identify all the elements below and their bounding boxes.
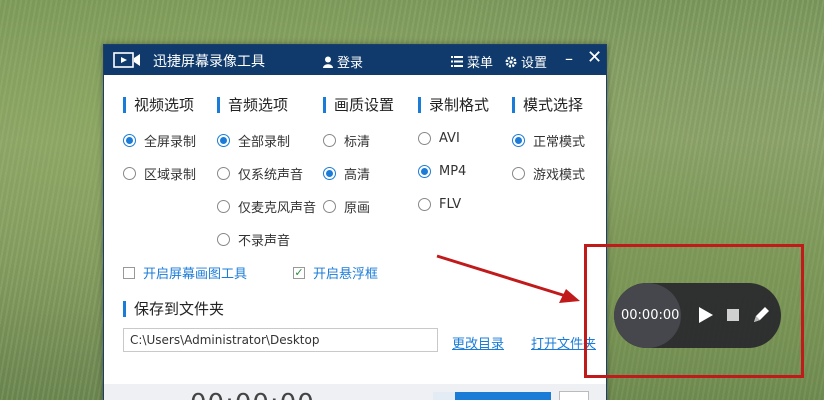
play-icon[interactable] — [694, 304, 716, 326]
radio-format-flv[interactable]: FLV — [418, 197, 461, 212]
checkbox-label: 开启屏幕画图工具 — [143, 267, 248, 282]
record-timer: 00:00:00 — [190, 389, 315, 400]
radio-region-record[interactable]: 区域录制 — [123, 164, 196, 183]
change-directory-link[interactable]: 更改目录 — [452, 333, 504, 352]
radio-icon — [418, 198, 431, 211]
save-folder-heading: 保存到文件夹 — [123, 301, 224, 317]
option-label: 仅系统声音 — [238, 168, 304, 183]
recorder-window: 迅捷屏幕录像工具 登录 菜单 设置 – ✕ 视频选项 音频选项 画质设置 录制格… — [103, 44, 607, 400]
option-label: 全屏录制 — [144, 135, 197, 150]
app-title: 迅捷屏幕录像工具 — [153, 54, 265, 70]
radio-no-audio[interactable]: 不录声音 — [217, 230, 290, 249]
stop-icon[interactable] — [722, 304, 744, 326]
radio-quality-sd[interactable]: 标清 — [323, 131, 370, 150]
audio-options-heading: 音频选项 — [217, 97, 288, 113]
close-icon: ✕ — [587, 47, 603, 68]
checkbox-icon — [123, 266, 135, 279]
login-label: 登录 — [337, 56, 364, 71]
radio-mic-only[interactable]: 仅麦克风声音 — [217, 197, 316, 216]
radio-fullscreen-record[interactable]: 全屏录制 — [123, 131, 196, 150]
radio-icon — [418, 132, 431, 145]
option-label: 游戏模式 — [533, 168, 586, 183]
radio-format-mp4[interactable]: MP4 — [418, 164, 466, 179]
radio-icon — [217, 167, 230, 180]
radio-quality-original[interactable]: 原画 — [323, 197, 370, 216]
option-label: 仅麦克风声音 — [238, 201, 317, 216]
radio-selected-icon — [418, 165, 431, 178]
option-label: 不录声音 — [238, 234, 291, 249]
option-label: 区域录制 — [144, 168, 197, 183]
option-label: AVI — [439, 131, 460, 146]
menu-button[interactable]: 菜单 — [451, 52, 493, 71]
close-button[interactable]: ✕ — [587, 47, 602, 68]
radio-icon — [217, 233, 230, 246]
start-record-button[interactable] — [433, 392, 551, 400]
menu-icon — [451, 56, 463, 67]
record-format-heading: 录制格式 — [418, 97, 489, 113]
radio-quality-hd[interactable]: 高清 — [323, 164, 370, 183]
settings-button[interactable]: 设置 — [505, 52, 547, 71]
checkbox-label: 开启悬浮框 — [313, 267, 379, 282]
radio-system-audio-only[interactable]: 仅系统声音 — [217, 164, 303, 183]
login-button[interactable]: 登录 — [323, 52, 363, 71]
minimize-button[interactable]: – — [565, 49, 573, 68]
radio-selected-icon — [217, 134, 230, 147]
titlebar: 迅捷屏幕录像工具 登录 菜单 设置 – ✕ — [104, 45, 606, 75]
pen-icon[interactable] — [750, 304, 772, 326]
radio-record-all-audio[interactable]: 全部录制 — [217, 131, 290, 150]
user-icon — [323, 56, 333, 68]
floating-timer: 00:00:00 — [621, 308, 680, 323]
floating-recorder[interactable]: 00:00:00 — [614, 283, 781, 348]
video-options-heading: 视频选项 — [123, 97, 194, 113]
radio-format-avi[interactable]: AVI — [418, 131, 460, 146]
save-path-field[interactable]: C:\Users\Administrator\Desktop — [123, 328, 438, 352]
mode-select-heading: 模式选择 — [512, 97, 583, 113]
radio-selected-icon — [512, 134, 525, 147]
app-logo-icon — [113, 52, 140, 68]
footer-option-button[interactable] — [559, 391, 589, 400]
option-label: 标清 — [344, 135, 371, 150]
footer-bar: 00:00:00 — [104, 384, 606, 400]
option-label: 正常模式 — [533, 135, 586, 150]
radio-icon — [123, 167, 136, 180]
minimize-icon: – — [565, 49, 573, 68]
radio-icon — [323, 200, 336, 213]
radio-normal-mode[interactable]: 正常模式 — [512, 131, 585, 150]
option-label: 全部录制 — [238, 135, 291, 150]
option-label: MP4 — [439, 164, 467, 179]
checkmark-icon: ✓ — [293, 265, 305, 279]
radio-icon — [512, 167, 525, 180]
radio-selected-icon — [123, 134, 136, 147]
option-label: FLV — [439, 197, 462, 212]
gear-icon — [505, 56, 517, 67]
floating-timer-circle: 00:00:00 — [614, 283, 681, 348]
option-label: 高清 — [344, 168, 371, 183]
quality-settings-heading: 画质设置 — [323, 97, 394, 113]
radio-game-mode[interactable]: 游戏模式 — [512, 164, 585, 183]
radio-selected-icon — [323, 167, 336, 180]
radio-icon — [323, 134, 336, 147]
menu-label: 菜单 — [467, 56, 494, 71]
radio-icon — [217, 200, 230, 213]
option-label: 原画 — [344, 201, 371, 216]
checkbox-float-window[interactable]: ✓ 开启悬浮框 — [293, 263, 378, 282]
settings-label: 设置 — [521, 56, 548, 71]
checkbox-brush-tool[interactable]: 开启屏幕画图工具 — [123, 263, 247, 282]
